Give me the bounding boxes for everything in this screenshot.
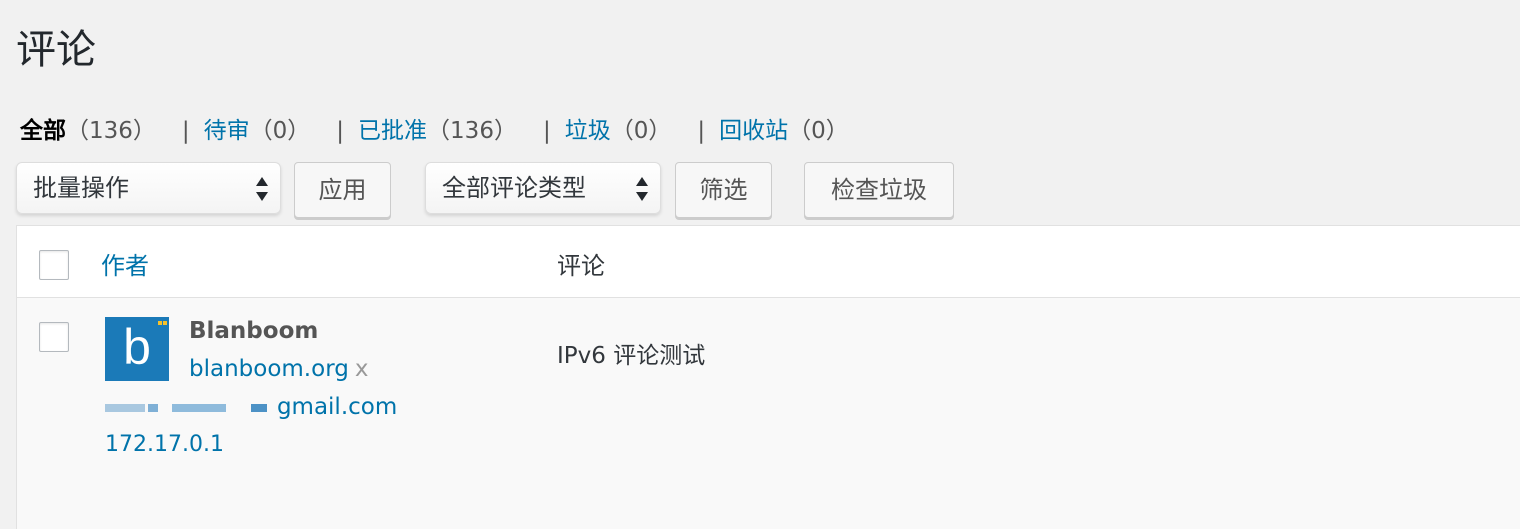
filter-approved-count: （136） bbox=[427, 118, 517, 144]
bulk-actions-select[interactable]: 批量操作 bbox=[16, 162, 281, 214]
filter-all-count: （136） bbox=[66, 118, 156, 144]
filter-spam-label[interactable]: 垃圾 bbox=[565, 118, 611, 144]
author-email-text[interactable]: gmail.com bbox=[277, 394, 397, 420]
page-title: 评论 bbox=[16, 27, 96, 73]
filter-pending-count: （0） bbox=[249, 118, 311, 144]
check-spam-button[interactable]: 检查垃圾 bbox=[804, 162, 954, 218]
comment-text: IPv6 评论测试 bbox=[557, 343, 706, 369]
separator: | bbox=[697, 118, 706, 144]
separator: | bbox=[181, 118, 190, 144]
author-url-suffix: x bbox=[354, 356, 369, 382]
filter-pending-label[interactable]: 待审 bbox=[204, 118, 250, 144]
email-redaction bbox=[105, 394, 277, 420]
author-url-link[interactable]: blanboom.org x bbox=[189, 356, 368, 382]
separator: | bbox=[542, 118, 551, 144]
select-all-checkbox[interactable] bbox=[39, 250, 69, 280]
filter-spam-count: （0） bbox=[610, 118, 672, 144]
filter-trash-count: （0） bbox=[788, 118, 849, 144]
filter-button[interactable]: 筛选 bbox=[675, 162, 772, 218]
comment-type-select[interactable]: 全部评论类型 bbox=[425, 162, 661, 214]
separator: | bbox=[336, 118, 345, 144]
table-header: 作者 评论 bbox=[17, 226, 1520, 298]
author-email-link[interactable]: gmail.com bbox=[105, 394, 397, 420]
avatar-dot bbox=[158, 321, 162, 325]
author-ip-link[interactable]: 172.17.0.1 bbox=[105, 432, 224, 457]
filter-approved-label[interactable]: 已批准 bbox=[358, 118, 427, 144]
filter-approved[interactable]: 已批准（136） bbox=[358, 114, 517, 148]
status-filter-links: 全部（136） | 待审（0） | 已批准（136） | 垃圾（0） | 回收站… bbox=[20, 114, 849, 148]
select-arrows-icon bbox=[636, 176, 650, 202]
filter-trash-label[interactable]: 回收站 bbox=[719, 118, 788, 144]
select-arrows-icon bbox=[256, 176, 270, 202]
filter-spam[interactable]: 垃圾（0） bbox=[565, 114, 672, 148]
avatar-dot bbox=[163, 321, 167, 325]
column-author-header[interactable]: 作者 bbox=[101, 246, 149, 281]
comment-type-value: 全部评论类型 bbox=[442, 174, 586, 202]
bulk-actions-value: 批量操作 bbox=[33, 174, 129, 202]
author-url-text[interactable]: blanboom.org bbox=[189, 356, 349, 382]
filter-all[interactable]: 全部（136） bbox=[20, 114, 156, 148]
row-checkbox[interactable] bbox=[39, 322, 69, 352]
filter-all-label[interactable]: 全部 bbox=[20, 118, 66, 144]
table-row: b Blanboom blanboom.org x gmail.com 172.1… bbox=[17, 298, 1520, 529]
avatar: b bbox=[105, 317, 169, 381]
apply-button[interactable]: 应用 bbox=[294, 162, 391, 218]
author-name: Blanboom bbox=[189, 318, 319, 344]
comments-table: 作者 评论 b Blanboom blanboom.org x gmail.com… bbox=[16, 225, 1520, 529]
avatar-letter: b bbox=[123, 319, 151, 375]
filter-pending[interactable]: 待审（0） bbox=[204, 114, 311, 148]
column-comment-header: 评论 bbox=[557, 252, 605, 280]
filter-trash[interactable]: 回收站（0） bbox=[719, 114, 849, 148]
